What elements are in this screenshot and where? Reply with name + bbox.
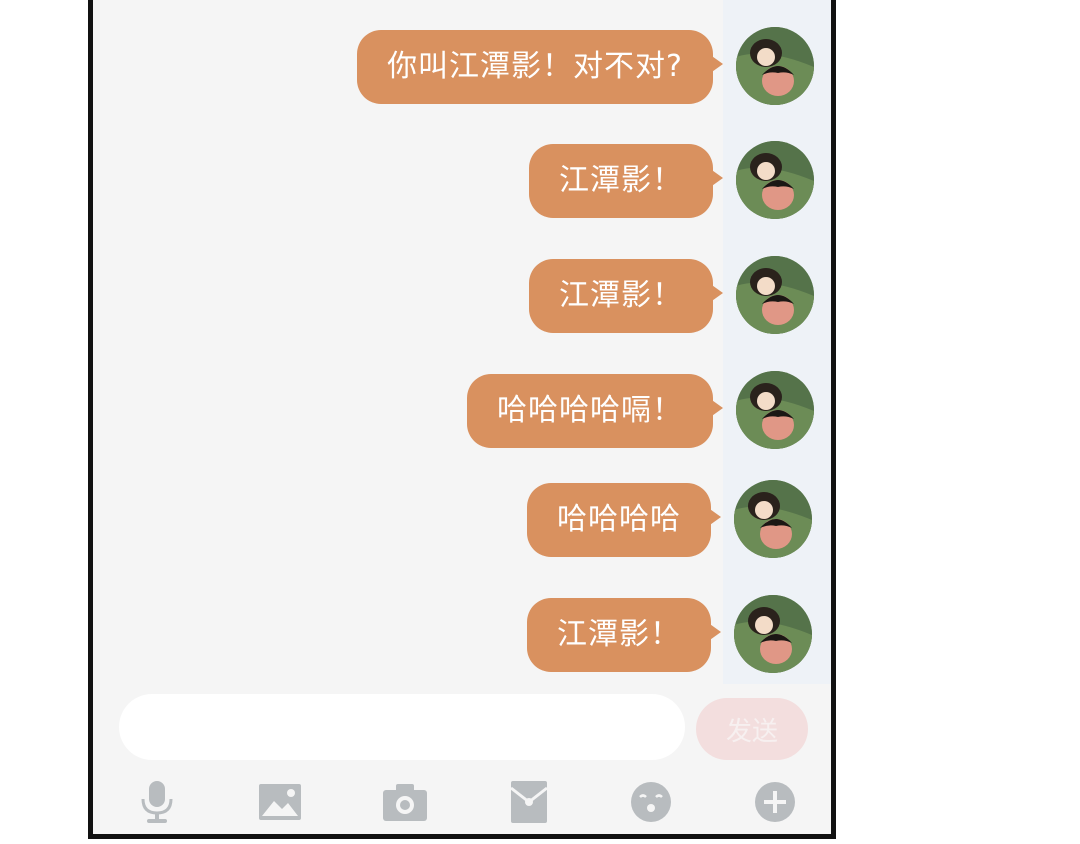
bubble-tail (709, 283, 723, 303)
message-text: 江潭影！ (559, 278, 683, 313)
avatar[interactable] (734, 595, 812, 673)
avatar[interactable] (736, 141, 814, 219)
bubble-tail (707, 507, 721, 527)
red-packet-icon[interactable] (499, 774, 559, 830)
chat-screen: 你叫江潭影！对不对? 江潭影！ 江潭影！ 哈哈哈哈嗝！ 哈哈哈哈 江潭影！ 发送 (88, 0, 836, 839)
message-text: 江潭影！ (557, 617, 681, 652)
plus-icon[interactable] (745, 774, 805, 830)
message-bubble[interactable]: 江潭影！ (529, 144, 723, 218)
avatar[interactable] (734, 480, 812, 558)
message-row: 江潭影！ (93, 256, 831, 339)
bubble-tail (709, 168, 723, 188)
message-row: 你叫江潭影！对不对? (93, 27, 831, 110)
send-button[interactable]: 发送 (696, 698, 808, 760)
message-text: 你叫江潭影！对不对? (387, 49, 683, 84)
message-text: 哈哈哈哈嗝！ (497, 393, 683, 428)
message-bubble[interactable]: 哈哈哈哈嗝！ (467, 374, 723, 448)
input-toolbar (93, 774, 831, 830)
message-text: 江潭影！ (559, 163, 683, 198)
message-composer: 发送 (93, 694, 831, 764)
message-bubble[interactable]: 江潭影！ (527, 598, 721, 672)
bubble-tail (707, 622, 721, 642)
bubble-tail (709, 398, 723, 418)
message-row: 哈哈哈哈 (93, 480, 831, 563)
avatar[interactable] (736, 27, 814, 105)
message-bubble[interactable]: 哈哈哈哈 (527, 483, 721, 557)
message-row: 哈哈哈哈嗝！ (93, 371, 831, 454)
emoji-icon[interactable] (621, 774, 681, 830)
message-input[interactable] (119, 694, 685, 760)
avatar[interactable] (736, 371, 814, 449)
microphone-icon[interactable] (127, 774, 187, 830)
avatar[interactable] (736, 256, 814, 334)
image-icon[interactable] (250, 774, 310, 830)
message-row: 江潭影！ (93, 141, 831, 224)
camera-icon[interactable] (375, 774, 435, 830)
message-bubble[interactable]: 江潭影！ (529, 259, 723, 333)
bubble-tail (709, 54, 723, 74)
message-text: 哈哈哈哈 (557, 502, 681, 537)
message-bubble[interactable]: 你叫江潭影！对不对? (357, 30, 723, 104)
message-row: 江潭影！ (93, 595, 831, 678)
